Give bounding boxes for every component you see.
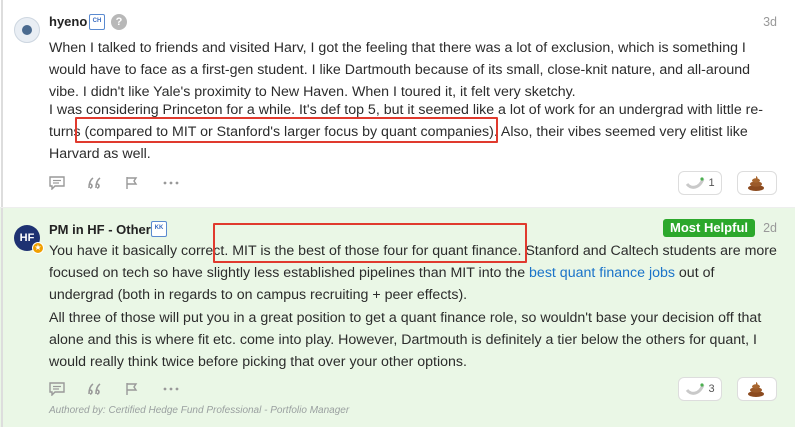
more-icon[interactable] xyxy=(163,380,201,398)
post-paragraph: When I talked to friends and visited Har… xyxy=(49,40,751,100)
like-count: 3 xyxy=(708,383,715,395)
best-quant-finance-jobs-link[interactable]: best quant finance jobs xyxy=(529,265,675,281)
thread-line xyxy=(1,208,3,427)
post-actions xyxy=(49,174,201,192)
help-icon[interactable]: ? xyxy=(111,14,127,30)
flag-icon[interactable] xyxy=(125,380,163,398)
quote-icon[interactable] xyxy=(87,174,125,192)
author-name[interactable]: hyeno xyxy=(49,14,87,29)
authored-by: Authored by: Certified Hedge Fund Profes… xyxy=(49,405,350,416)
rank-badge-icon: KK xyxy=(151,221,167,237)
highlight-box xyxy=(213,223,527,263)
poop-button[interactable] xyxy=(737,377,777,401)
poop-icon xyxy=(747,176,764,191)
like-icon xyxy=(686,383,705,395)
post-hyeno: hyeno CH ? 3d When I talked to friends a… xyxy=(0,0,795,208)
avatar-status-icon: ★ xyxy=(32,242,44,254)
avatar-initials: HF xyxy=(19,232,35,244)
more-icon[interactable] xyxy=(163,174,201,192)
author-name[interactable]: PM in HF - Other xyxy=(49,222,151,237)
like-icon xyxy=(686,177,705,189)
like-button[interactable]: 1 xyxy=(678,171,722,195)
thread-line xyxy=(1,0,3,207)
like-button[interactable]: 3 xyxy=(678,377,722,401)
post-paragraph: All three of those will put you in a gre… xyxy=(49,310,762,370)
quote-icon[interactable] xyxy=(87,380,125,398)
poop-button[interactable] xyxy=(737,171,777,195)
most-helpful-badge: Most Helpful xyxy=(663,219,755,237)
comment-icon[interactable] xyxy=(49,380,87,398)
avatar[interactable] xyxy=(14,17,40,43)
post-time[interactable]: 2d xyxy=(763,221,777,235)
flag-icon[interactable] xyxy=(125,174,163,192)
like-count: 1 xyxy=(708,177,715,189)
highlight-box xyxy=(75,117,498,143)
comment-icon[interactable] xyxy=(49,174,87,192)
rank-badge-icon: CH xyxy=(89,14,105,30)
post-actions xyxy=(49,380,201,398)
post-time[interactable]: 3d xyxy=(763,15,777,29)
poop-icon xyxy=(747,382,764,397)
avatar[interactable]: HF ★ xyxy=(14,225,44,254)
